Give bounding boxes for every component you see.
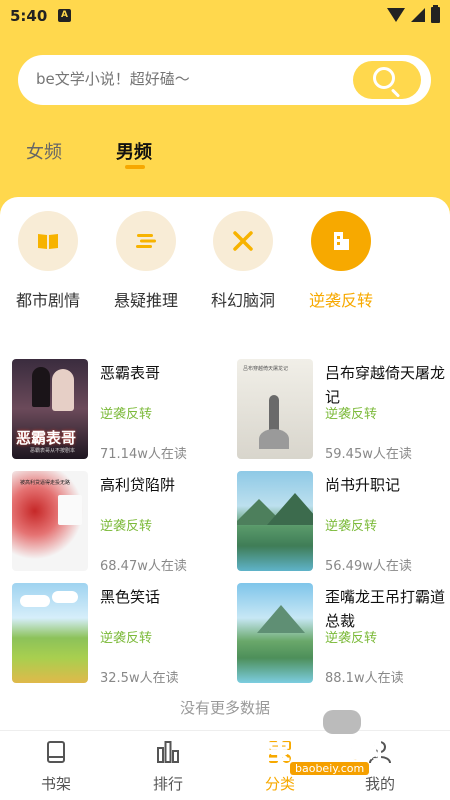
cover-title: 吕布穿越倚天屠龙记	[243, 366, 289, 372]
book-tag: 逆袭反转	[325, 631, 378, 646]
gamepad-icon	[323, 710, 361, 734]
crossed-swords-icon	[233, 231, 253, 251]
building-icon	[334, 232, 349, 250]
tab-label: 排行	[152, 775, 183, 793]
book-item[interactable]: 黑色笑话 逆袭反转 32.5w人在读	[12, 583, 232, 686]
book-readers: 59.45w人在读	[325, 447, 412, 462]
signal-icon	[411, 8, 425, 22]
cloud-icon	[136, 234, 156, 248]
book-tag: 逆袭反转	[100, 407, 153, 422]
book-title: 高利贷陷阱	[100, 476, 176, 494]
status-time: 5:40	[10, 7, 48, 25]
cover-title: 恶霸表哥	[16, 429, 77, 447]
book-tag: 逆袭反转	[325, 519, 378, 534]
book-cover	[237, 583, 313, 683]
gender-tabs: 女频 男频	[0, 138, 450, 178]
book-readers: 88.1w人在读	[325, 671, 404, 686]
book-cover: 吕布穿越倚天屠龙记	[237, 359, 313, 459]
search-button[interactable]	[353, 61, 421, 99]
category-scifi[interactable]: 科幻脑洞	[193, 211, 293, 311]
status-notification-icon: A	[58, 9, 71, 22]
ranking-icon	[157, 741, 179, 763]
book-readers: 32.5w人在读	[100, 671, 179, 686]
tab-label: 书架	[40, 775, 71, 793]
book-tag: 逆袭反转	[100, 519, 153, 534]
book-cover: 恶霸表哥 恶霸表哥从不按剧本	[12, 359, 88, 459]
book-item[interactable]: 吕布穿越倚天屠龙记 吕布穿越倚天屠龙记 逆袭反转 59.45w人在读	[237, 359, 450, 462]
cover-subtitle: 恶霸表哥从不按剧本	[30, 448, 76, 454]
book-tag: 逆袭反转	[325, 407, 378, 422]
category-label: 悬疑推理	[113, 291, 178, 310]
category-reversal[interactable]: 逆袭反转	[291, 211, 391, 311]
search-input[interactable]	[36, 70, 336, 88]
cover-title: 被高利贷逼得走投无路	[20, 480, 71, 486]
category-row: 都市剧情 悬疑推理 科幻脑洞 逆袭反转	[0, 211, 450, 321]
book-title: 尚书升职记	[325, 476, 401, 494]
book-readers: 68.47w人在读	[100, 559, 187, 574]
category-label: 逆袭反转	[308, 291, 373, 310]
category-label: 科幻脑洞	[210, 291, 275, 310]
tab-bookshelf[interactable]: 书架	[16, 739, 96, 794]
book-title: 吕布穿越倚天屠龙记	[325, 364, 446, 406]
status-icons	[387, 5, 440, 23]
tab-female[interactable]: 女频	[26, 138, 62, 164]
book-cover: 被高利贷逼得走投无路	[12, 471, 88, 571]
wifi-icon	[387, 8, 405, 22]
search-icon	[373, 67, 395, 89]
status-bar: 5:40 A	[0, 0, 450, 32]
watermark: 宝贝游戏网 baobeiy.com	[267, 708, 418, 778]
book-icon	[38, 234, 58, 249]
search-bar[interactable]	[18, 55, 431, 105]
book-title: 黑色笑话	[100, 588, 161, 606]
book-item[interactable]: 歪嘴龙王吊打霸道总裁 逆袭反转 88.1w人在读	[237, 583, 450, 686]
book-cover	[12, 583, 88, 683]
book-title: 恶霸表哥	[100, 364, 161, 382]
book-readers: 56.49w人在读	[325, 559, 412, 574]
category-label: 都市剧情	[15, 291, 80, 310]
category-urban[interactable]: 都市剧情	[0, 211, 98, 311]
book-readers: 71.14w人在读	[100, 447, 187, 462]
bookshelf-icon	[47, 741, 65, 763]
book-title: 歪嘴龙王吊打霸道总裁	[325, 588, 446, 630]
book-item[interactable]: 尚书升职记 逆袭反转 56.49w人在读	[237, 471, 450, 574]
tab-male[interactable]: 男频	[116, 138, 152, 164]
book-item[interactable]: 恶霸表哥 恶霸表哥从不按剧本 恶霸表哥 逆袭反转 71.14w人在读	[12, 359, 232, 462]
book-tag: 逆袭反转	[100, 631, 153, 646]
active-tab-indicator	[125, 165, 145, 169]
category-mystery[interactable]: 悬疑推理	[96, 211, 196, 311]
watermark-url: baobeiy.com	[290, 762, 370, 775]
tab-ranking[interactable]: 排行	[128, 739, 208, 794]
battery-icon	[431, 5, 440, 23]
book-cover	[237, 471, 313, 571]
book-item[interactable]: 被高利贷逼得走投无路 高利贷陷阱 逆袭反转 68.47w人在读	[12, 471, 232, 574]
